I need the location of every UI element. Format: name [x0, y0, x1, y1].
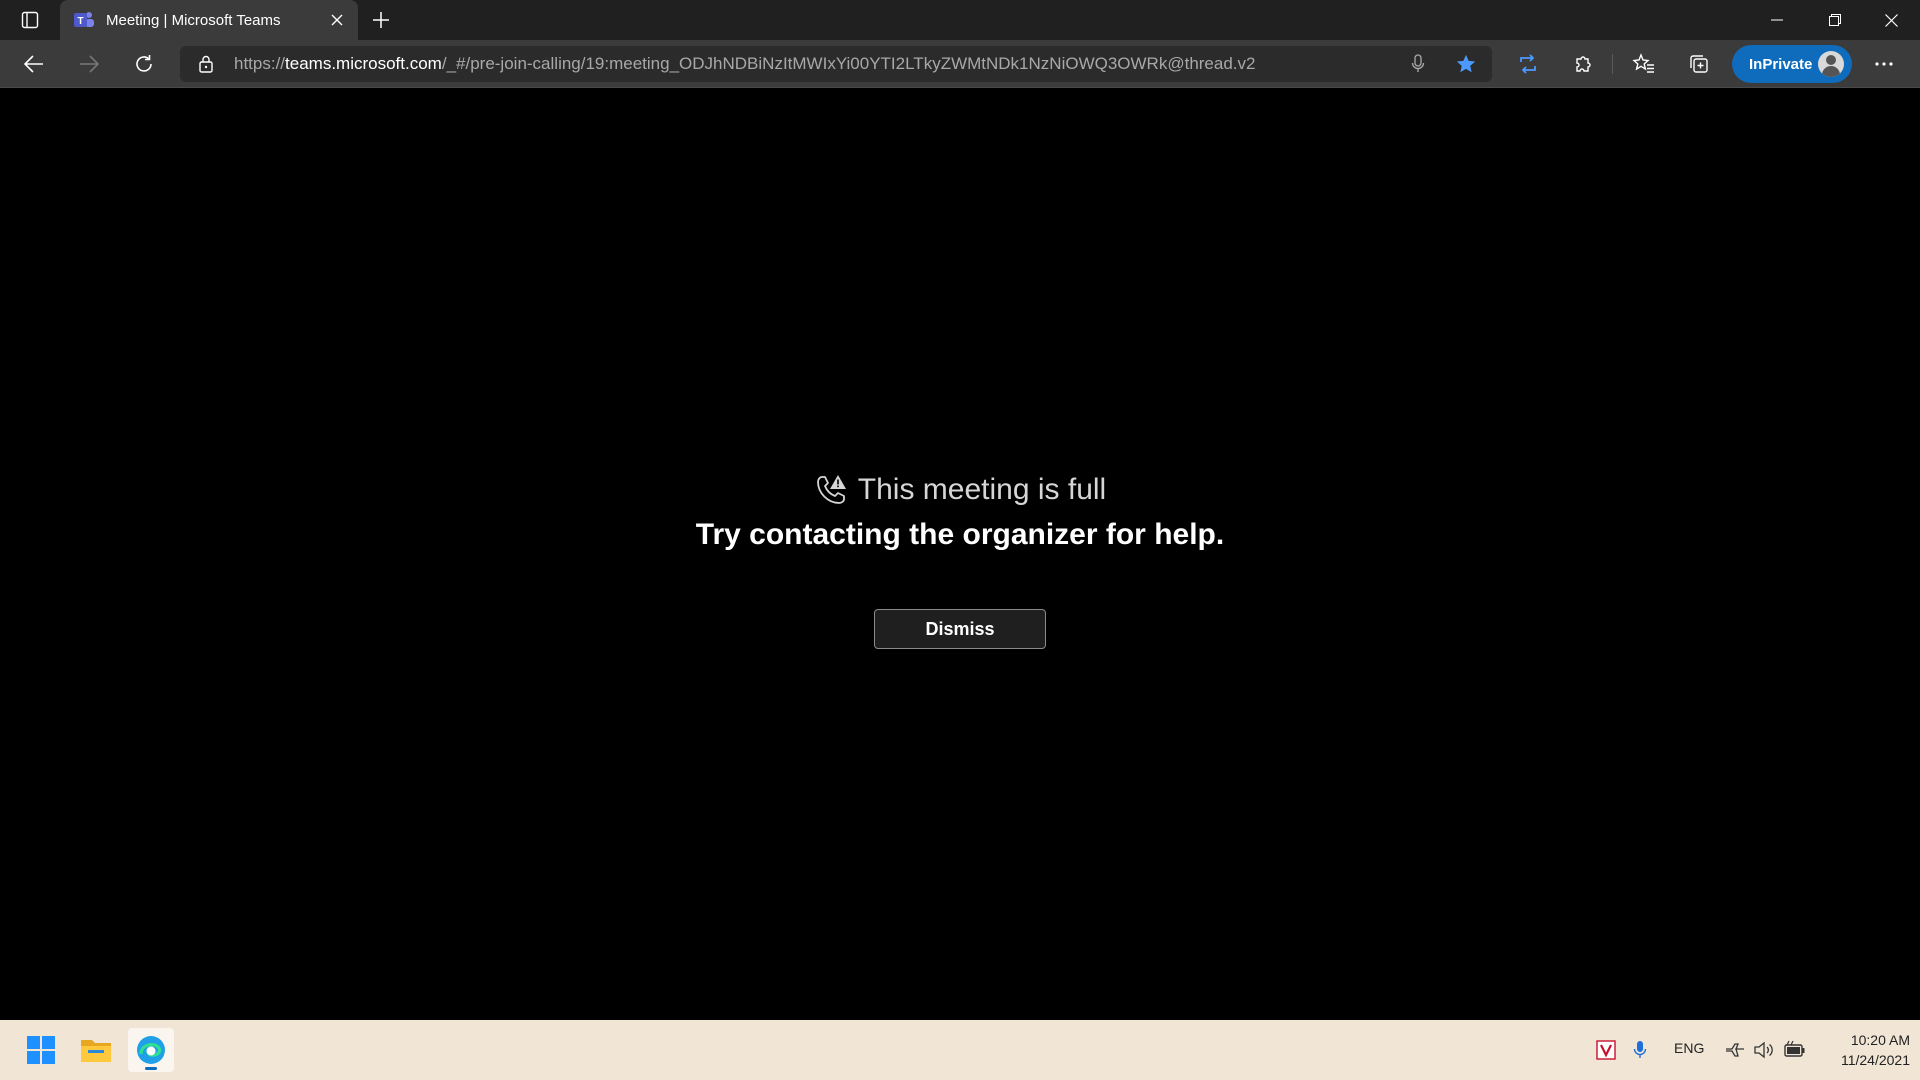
favorites-icon[interactable] — [1626, 48, 1662, 80]
tab-title: Meeting | Microsoft Teams — [106, 11, 281, 29]
address-bar[interactable]: https://teams.microsoft.com/_#/pre-join-… — [180, 46, 1492, 82]
tab-actions-icon[interactable] — [10, 5, 50, 35]
more-options-icon[interactable] — [1866, 48, 1902, 80]
read-aloud-icon[interactable] — [1510, 48, 1546, 80]
inprivate-button[interactable]: InPrivate — [1732, 45, 1852, 83]
clock-time: 10:20 AM — [1850, 1032, 1910, 1048]
clock-date: 11/24/2021 — [1840, 1052, 1910, 1068]
close-window-icon[interactable] — [1862, 0, 1920, 40]
browser-titlebar: T Meeting | Microsoft Teams — [0, 0, 1920, 40]
edge-icon[interactable] — [128, 1028, 174, 1072]
new-tab-icon[interactable] — [364, 5, 398, 35]
battery-tray-icon[interactable] — [1783, 1038, 1807, 1062]
browser-toolbar: https://teams.microsoft.com/_#/pre-join-… — [0, 40, 1920, 88]
extensions-icon[interactable] — [1565, 48, 1601, 80]
system-clock[interactable]: 10:20 AM 11/24/2021 — [1810, 1030, 1910, 1070]
url-host: teams.microsoft.com — [285, 54, 442, 73]
minimize-icon[interactable] — [1748, 0, 1806, 40]
url-text[interactable]: https://teams.microsoft.com/_#/pre-join-… — [234, 54, 1400, 74]
teams-icon: T — [72, 8, 96, 32]
inprivate-label: InPrivate — [1749, 55, 1813, 73]
volume-tray-icon[interactable] — [1752, 1038, 1776, 1062]
windows-start-icon[interactable] — [18, 1028, 64, 1072]
lock-icon[interactable] — [196, 53, 216, 75]
refresh-icon[interactable] — [126, 47, 162, 81]
call-warning-icon — [814, 473, 848, 507]
microphone-icon[interactable] — [1400, 46, 1436, 82]
svg-text:T: T — [77, 16, 83, 27]
url-prefix: https:// — [234, 54, 286, 73]
restore-icon[interactable] — [1806, 0, 1864, 40]
back-icon[interactable] — [16, 47, 52, 81]
close-tab-icon[interactable] — [322, 5, 352, 35]
profile-avatar-icon — [1818, 51, 1844, 77]
url-path: /_#/pre-join-calling/19:meeting_ODJhNDBi… — [441, 54, 1256, 73]
network-tray-icon[interactable] — [1723, 1038, 1747, 1062]
tab-meeting[interactable]: T Meeting | Microsoft Teams — [60, 0, 358, 40]
toolbar-separator — [1612, 54, 1613, 74]
teams-prejoin-page: This meeting is full Try contacting the … — [0, 88, 1920, 1020]
antivirus-tray-icon[interactable] — [1594, 1038, 1618, 1062]
language-indicator[interactable]: ENG — [1674, 1040, 1704, 1056]
microphone-tray-icon[interactable] — [1628, 1038, 1652, 1062]
meeting-full-title: This meeting is full — [857, 473, 1107, 506]
meeting-full-title-row: This meeting is full — [0, 470, 1920, 510]
meeting-full-subtitle: Try contacting the organizer for help. — [695, 518, 1225, 551]
dismiss-button[interactable]: Dismiss — [874, 609, 1046, 649]
collections-icon[interactable] — [1681, 48, 1717, 80]
favorite-star-icon[interactable] — [1448, 46, 1484, 82]
file-explorer-icon[interactable] — [73, 1028, 119, 1072]
taskbar: ENG 10:20 AM 11/24/2021 — [0, 1020, 1920, 1080]
active-app-indicator — [145, 1067, 157, 1070]
forward-icon[interactable] — [71, 47, 107, 81]
